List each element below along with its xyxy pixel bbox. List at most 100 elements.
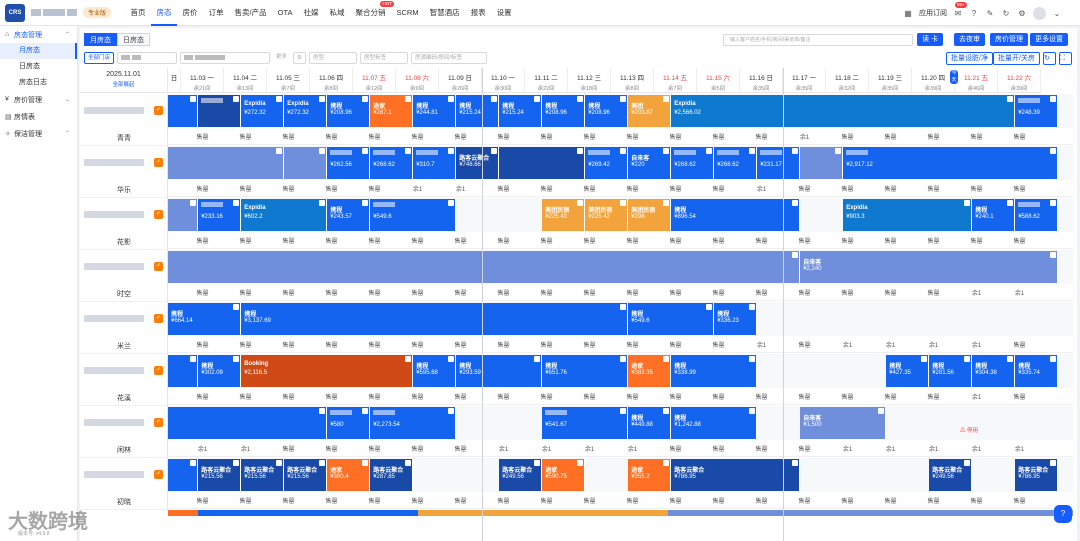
availability-cell[interactable]: 售罄 [912, 236, 955, 245]
chevron-down-icon[interactable]: ⌄ [1052, 8, 1062, 18]
availability-cell[interactable]: 售罄 [267, 132, 310, 141]
availability-cell[interactable]: 售罄 [353, 132, 396, 141]
more-filter[interactable]: 更多 [273, 52, 291, 64]
room-checkbox-icon[interactable]: ✓ [154, 106, 163, 115]
availability-cell[interactable]: 售罄 [869, 132, 912, 141]
warning-icon[interactable]: ⚠ 停用 [960, 426, 978, 434]
availability-cell[interactable]: 余1 [955, 444, 998, 453]
availability-cell[interactable]: 售罄 [568, 236, 611, 245]
booking-block[interactable]: 携程 ¥281.56 [929, 355, 973, 387]
booking-block[interactable]: 路客云聚合 ¥786.95 [1015, 459, 1059, 491]
booking-block[interactable]: Expidia ¥272.32 [284, 95, 328, 127]
availability-cell[interactable]: 售罄 [912, 288, 955, 297]
booking-block[interactable]: 路客云聚合 ¥748.66 [456, 147, 500, 179]
availability-cell[interactable]: 售罄 [439, 132, 482, 141]
availability-cell[interactable]: 售罄 [267, 288, 310, 297]
all-stores-filter[interactable]: 全部门店 [84, 52, 115, 64]
availability-cell[interactable]: 余1 [525, 444, 568, 453]
booking-block[interactable]: 携程 ¥293.59 [456, 355, 543, 387]
booking-block[interactable]: 美团民宿 ¥225.43 [542, 199, 586, 231]
booking-block[interactable]: 途家 ¥287.1 [370, 95, 414, 127]
day-header[interactable]: 11.07 五余12间 [353, 68, 396, 93]
availability-cell[interactable]: 售罄 [568, 132, 611, 141]
booking-block[interactable]: 携程 ¥208.96 [585, 95, 629, 127]
bell-icon[interactable]: ✉ 99+ [953, 2, 967, 18]
booking-block[interactable]: 携程 ¥1,242.88 [671, 407, 758, 439]
availability-cell[interactable]: 售罄 [310, 132, 353, 141]
availability-cell[interactable]: 售罄 [697, 496, 740, 505]
availability-cell[interactable]: 售罄 [998, 236, 1041, 245]
availability-cell[interactable]: 售罄 [654, 392, 697, 401]
availability-cell[interactable]: 余1 [826, 444, 869, 453]
day-header[interactable]: 11.18 二余32间 [826, 68, 869, 93]
availability-cell[interactable]: 余1 [181, 444, 224, 453]
availability-cell[interactable]: 余1 [482, 444, 525, 453]
availability-cell[interactable]: 售罄 [697, 184, 740, 193]
availability-cell[interactable]: 售罄 [482, 496, 525, 505]
room-code-masked[interactable] [84, 354, 144, 386]
availability-cell[interactable]: 售罄 [611, 496, 654, 505]
availability-cell[interactable]: 售罄 [267, 444, 310, 453]
availability-cell[interactable]: 售罄 [740, 496, 783, 505]
day-header[interactable]: 11.10 一余30间 [482, 68, 525, 93]
availability-cell[interactable]: 售罄 [525, 496, 568, 505]
booking-block[interactable]: Booking ¥2,116.5 [241, 355, 414, 387]
nav-item-10[interactable]: 智慧酒店 [424, 0, 465, 26]
read-card-button[interactable]: 读 卡 [917, 33, 943, 46]
availability-cell[interactable]: 售罄 [267, 392, 310, 401]
room-code-masked[interactable] [84, 406, 144, 438]
availability-cell[interactable]: 售罄 [826, 392, 869, 401]
refresh-icon[interactable]: ↻ [1001, 8, 1011, 18]
booking-block[interactable]: 途家 ¥355.2 [628, 459, 672, 491]
availability-cell[interactable]: 售罄 [912, 496, 955, 505]
availability-cell[interactable]: 售罄 [568, 288, 611, 297]
availability-cell[interactable]: 售罄 [310, 184, 353, 193]
room-code-masked[interactable] [84, 94, 144, 126]
booking-block[interactable]: 携程 ¥243.57 [327, 199, 371, 231]
availability-cell[interactable]: 售罄 [998, 132, 1041, 141]
booking-block[interactable]: ¥268.62 [714, 147, 758, 179]
availability-cell[interactable]: 余1 [740, 184, 783, 193]
availability-cell[interactable]: 售罄 [439, 496, 482, 505]
availability-cell[interactable]: 售罄 [181, 236, 224, 245]
availability-cell[interactable]: 售罄 [224, 392, 267, 401]
availability-cell[interactable]: 售罄 [267, 236, 310, 245]
availability-cell[interactable]: 售罄 [998, 496, 1041, 505]
apps-subscription-link[interactable]: 应用订阅 [919, 8, 947, 18]
availability-cell[interactable]: 售罄 [439, 392, 482, 401]
availability-cell[interactable]: 售罄 [353, 340, 396, 349]
availability-cell[interactable]: 售罄 [654, 496, 697, 505]
booking-block[interactable] [168, 147, 285, 179]
availability-cell[interactable]: 售罄 [224, 132, 267, 141]
availability-cell[interactable]: 售罄 [654, 132, 697, 141]
room-type-select[interactable]: 房型 [308, 52, 357, 64]
availability-cell[interactable]: 余1 [611, 444, 654, 453]
availability-cell[interactable]: 售罄 [611, 288, 654, 297]
availability-cell[interactable]: 售罄 [267, 340, 310, 349]
availability-cell[interactable]: 售罄 [955, 184, 998, 193]
availability-cell[interactable]: 售罄 [310, 340, 353, 349]
booking-block[interactable]: 路客云聚合 ¥287.85 [370, 459, 414, 491]
nav-item-11[interactable]: 报表 [465, 0, 491, 26]
availability-cell[interactable]: 售罄 [482, 288, 525, 297]
room-checkbox-icon[interactable]: ✓ [154, 314, 163, 323]
availability-cell[interactable]: 余1 [869, 444, 912, 453]
day-header[interactable]: 11.09 日余26间 [439, 68, 482, 93]
gear-filter-icon[interactable]: ⚙ [293, 52, 306, 64]
availability-cell[interactable]: 售罄 [267, 184, 310, 193]
availability-cell[interactable]: 售罄 [439, 236, 482, 245]
availability-cell[interactable]: 售罄 [224, 236, 267, 245]
booking-block[interactable]: ¥269.42 [585, 147, 629, 179]
availability-cell[interactable]: 余1 [439, 184, 482, 193]
availability-cell[interactable]: 售罄 [740, 444, 783, 453]
booking-block[interactable] [168, 459, 199, 491]
availability-cell[interactable]: 售罄 [654, 236, 697, 245]
more-settings-button[interactable]: 更多设置 [1030, 33, 1068, 46]
availability-cell[interactable]: 售罄 [482, 392, 525, 401]
booking-block[interactable]: 携程 ¥664.14 [168, 303, 242, 335]
availability-cell[interactable]: 售罄 [181, 392, 224, 401]
sidebar-group-0[interactable]: ⌂ 房态管理 ⌃ [0, 26, 77, 43]
room-checkbox-icon[interactable]: ✓ [154, 262, 163, 271]
booking-block[interactable]: 携程 ¥208.96 [542, 95, 586, 127]
booking-block[interactable]: 路客云聚合 ¥215.56 [241, 459, 285, 491]
